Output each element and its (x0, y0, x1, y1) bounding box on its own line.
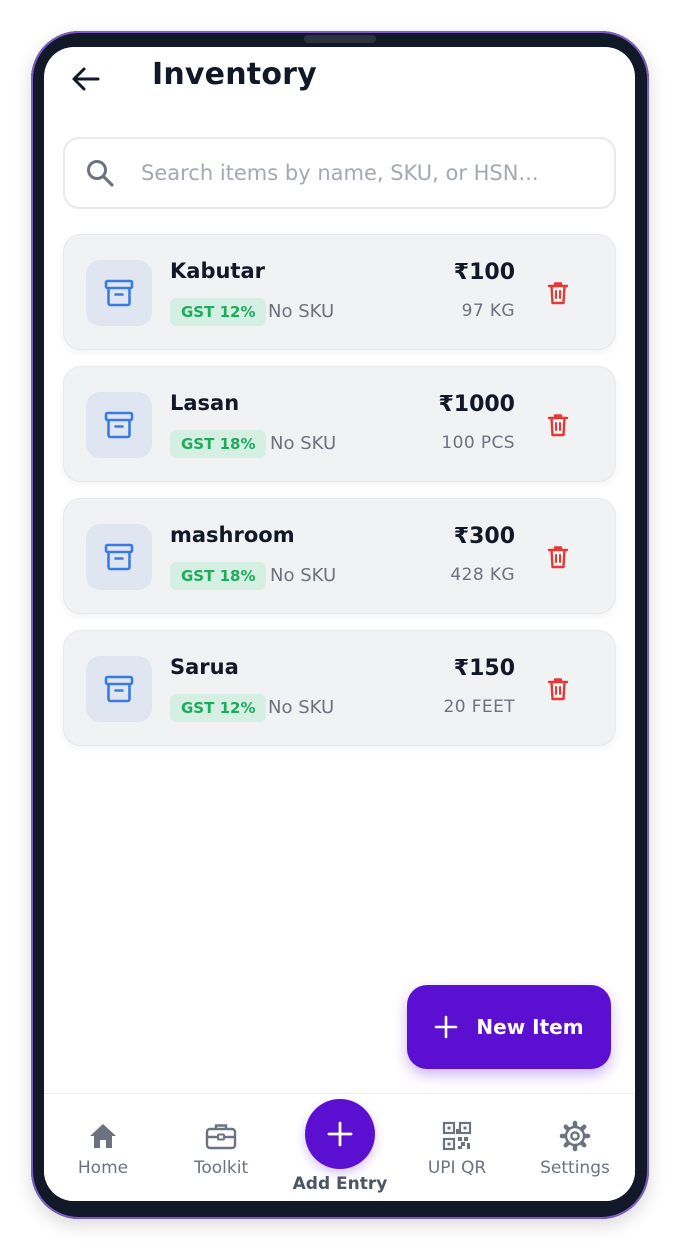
gst-badge: GST 12% (170, 694, 267, 722)
delete-item-button[interactable] (543, 278, 573, 308)
gear-icon (559, 1120, 591, 1152)
item-name: Lasan (170, 391, 240, 415)
item-thumbnail (86, 524, 152, 590)
item-name: mashroom (170, 523, 295, 547)
briefcase-icon (205, 1120, 237, 1152)
trash-icon (547, 282, 569, 305)
nav-label-home: Home (77, 1158, 129, 1178)
item-thumbnail (86, 656, 152, 722)
item-sku: No SKU (270, 565, 337, 586)
gst-badge: GST 18% (170, 430, 267, 458)
nav-label-toolkit: Toolkit (193, 1158, 249, 1178)
phone-notch (304, 35, 376, 43)
archive-box-icon (104, 279, 134, 307)
app-screen: Inventory Kabuta (44, 47, 635, 1201)
item-name: Kabutar (170, 259, 265, 283)
archive-box-icon (104, 543, 134, 571)
item-price: ₹1000 (438, 392, 515, 417)
delete-item-button[interactable] (543, 410, 573, 440)
plus-icon (435, 1015, 458, 1039)
qr-code-icon (441, 1120, 473, 1152)
archive-box-icon (104, 411, 134, 439)
trash-icon (547, 678, 569, 701)
new-item-label: New Item (476, 1015, 584, 1039)
item-price: ₹150 (453, 656, 515, 681)
nav-item-settings[interactable]: Settings (520, 1094, 630, 1201)
item-price: ₹100 (453, 260, 515, 285)
item-sku: No SKU (268, 697, 335, 718)
item-quantity: 428 KG (450, 565, 515, 585)
nav-item-upi-qr[interactable]: UPI QR (402, 1094, 512, 1201)
inventory-list: Kabutar GST 12% No SKU ₹100 97 KG Lasan … (63, 234, 616, 762)
bottom-navigation: Home Toolkit Add Entry UPI QR Settings (44, 1093, 635, 1201)
item-sku: No SKU (268, 301, 335, 322)
item-name: Sarua (170, 655, 239, 679)
item-thumbnail (86, 260, 152, 326)
trash-icon (547, 546, 569, 569)
home-icon (87, 1120, 119, 1152)
nav-item-toolkit[interactable]: Toolkit (166, 1094, 276, 1201)
gst-badge: GST 12% (170, 298, 267, 326)
nav-label-settings: Settings (540, 1158, 610, 1178)
item-sku: No SKU (270, 433, 337, 454)
archive-box-icon (104, 675, 134, 703)
phone-frame: Inventory Kabuta (31, 31, 649, 1219)
nav-item-home[interactable]: Home (48, 1094, 158, 1201)
item-quantity: 97 KG (461, 301, 515, 321)
item-quantity: 100 PCS (441, 433, 515, 453)
back-button[interactable] (66, 61, 106, 97)
item-price: ₹300 (453, 524, 515, 549)
nav-label-add-entry: Add Entry (292, 1174, 388, 1194)
delete-item-button[interactable] (543, 674, 573, 704)
page-title: Inventory (152, 57, 317, 92)
inventory-item-card[interactable]: Lasan GST 18% No SKU ₹1000 100 PCS (63, 366, 616, 482)
plus-icon (327, 1121, 353, 1147)
gst-badge: GST 18% (170, 562, 267, 590)
inventory-item-card[interactable]: mashroom GST 18% No SKU ₹300 428 KG (63, 498, 616, 614)
trash-icon (547, 414, 569, 437)
inventory-item-card[interactable]: Sarua GST 12% No SKU ₹150 20 FEET (63, 630, 616, 746)
new-item-button[interactable]: New Item (407, 985, 611, 1069)
search-bar (63, 137, 616, 209)
inventory-item-card[interactable]: Kabutar GST 12% No SKU ₹100 97 KG (63, 234, 616, 350)
search-input[interactable] (141, 161, 601, 185)
arrow-left-icon (72, 67, 100, 91)
search-icon (83, 156, 117, 190)
header: Inventory (44, 47, 635, 117)
nav-label-upi-qr: UPI QR (427, 1158, 487, 1178)
add-entry-button[interactable] (305, 1099, 375, 1169)
item-thumbnail (86, 392, 152, 458)
delete-item-button[interactable] (543, 542, 573, 572)
item-quantity: 20 FEET (443, 697, 515, 717)
